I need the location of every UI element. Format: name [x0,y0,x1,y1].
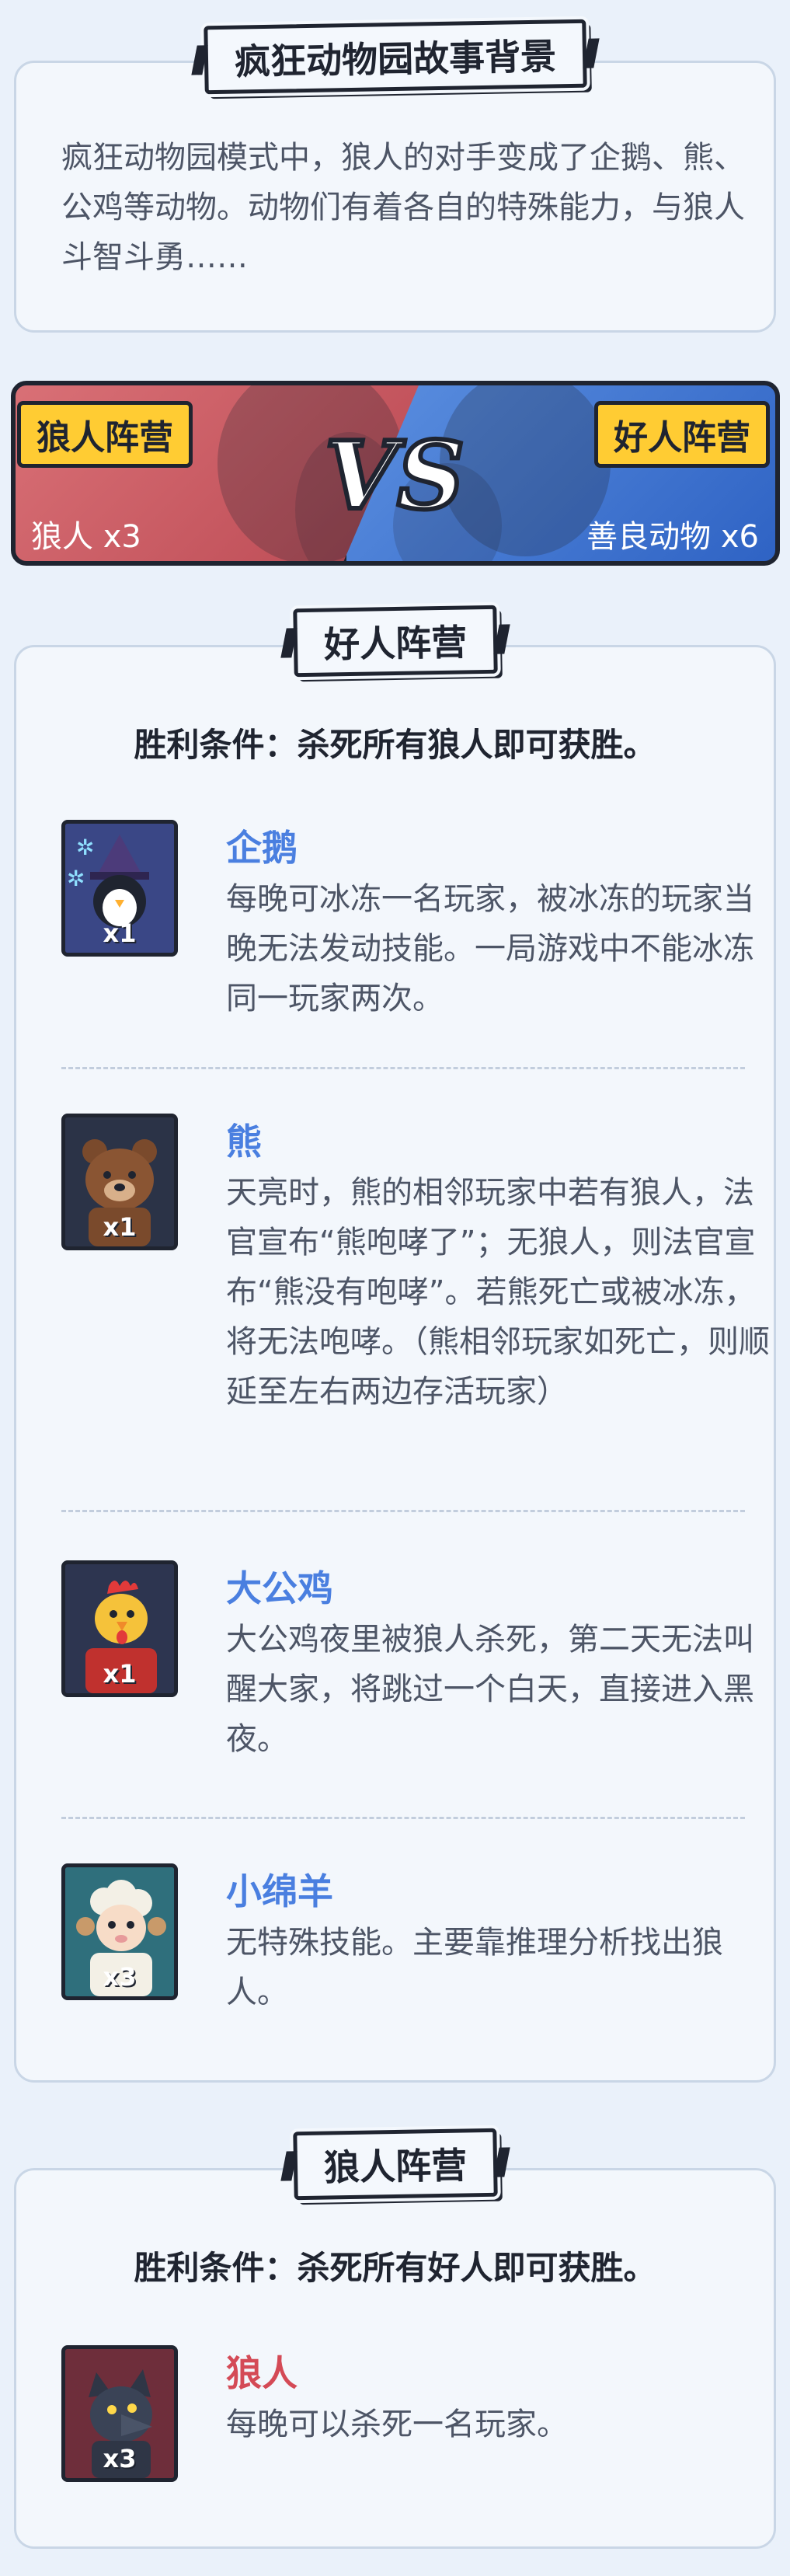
wolf-count: x3 [103,2444,137,2473]
wolf-camp-title-tag: 狼人阵营 [280,2128,510,2201]
good-camp-title-tag: 好人阵营 [280,605,510,678]
good-camp-panel: 好人阵营 胜利条件：杀死所有狼人即可获胜。 ✲ ✲ x1 企鹅 每晚可冰冻一名玩… [14,605,776,2083]
svg-text:✲: ✲ [76,835,94,860]
wolf-desc: 每晚可以杀死一名玩家。 [226,2407,568,2442]
wolf-win-condition: 胜利条件：杀死所有好人即可获胜。 [134,2249,656,2287]
wolf-camp-panel: 狼人阵营 胜利条件：杀死所有好人即可获胜。 x3 狼人 每晚可以杀死一名玩家。 [14,2128,776,2549]
role-rooster: x1 大公鸡 大公鸡夜里被狼人杀死，第二天无法叫醒大家，将跳过一个白天，直接进入… [61,1560,754,1762]
role-penguin: ✲ ✲ x1 企鹅 每晚可冰冻一名玩家，被冰冻的玩家当晚无法发动技能。一局游戏中… [61,820,754,1030]
bear-name: 熊 [226,1121,262,1163]
penguin-desc: 每晚可冰冻一名玩家，被冰冻的玩家当晚无法发动技能。一局游戏中不能冰冻同一玩家两次… [226,881,754,1016]
bear-desc: 天亮时，熊的相邻玩家中若有狼人，法官宣布“熊咆哮了”；无狼人，则法官宣布“熊没有… [226,1175,770,1410]
bear-count: x1 [103,1212,137,1242]
wolf-camp-title: 狼人阵营 [323,2144,468,2189]
rooster-desc: 大公鸡夜里被狼人杀死，第二天无法叫醒大家，将跳过一个白天，直接进入黑夜。 [226,1622,754,1757]
role-divider [61,1067,745,1069]
story-title-tag: 疯狂动物园故事背景 [190,19,600,95]
role-bear: x1 熊 天亮时，熊的相邻玩家中若有狼人，法官宣布“熊咆哮了”；无狼人，则法官宣… [61,1114,770,1440]
vs-emblem: VS [322,419,467,533]
penguin-name: 企鹅 [226,827,298,869]
versus-banner: 狼人阵营 狼人 x3 好人阵营 善良动物 x6 VS [0,373,790,583]
good-win-condition: 胜利条件：杀死所有狼人即可获胜。 [134,726,656,764]
wolf-camp-count: 狼人 x3 [31,519,141,555]
penguin-card: ✲ ✲ x1 [61,820,178,957]
wolf-card: x3 [61,2345,178,2482]
sheep-name: 小绵羊 [226,1870,333,1912]
sheep-card: x3 [61,1863,178,2000]
svg-text:✲: ✲ [67,866,85,891]
good-camp-count: 善良动物 x6 [586,519,759,555]
role-wolf: x3 狼人 每晚可以杀死一名玩家。 [61,2345,745,2493]
rooster-card: x1 [61,1560,178,1697]
story-title: 疯狂动物园故事背景 [234,35,556,83]
good-camp-title: 好人阵营 [323,621,468,666]
penguin-count: x1 [103,919,137,948]
bear-card: x1 [61,1114,178,1250]
story-panel: 疯狂动物园故事背景 疯狂动物园模式中，狼人的对手变成了企鹅、熊、公鸡等动物。动物… [14,19,776,333]
sheep-desc: 无特殊技能。主要靠推理分析找出狼人。 [226,1925,723,2010]
wolf-name: 狼人 [226,2352,298,2394]
wolf-camp-label: 狼人阵营 [17,401,193,468]
role-divider [61,1817,745,1819]
sheep-count: x3 [103,1962,137,1992]
rooster-name: 大公鸡 [226,1567,333,1609]
story-text: 疯狂动物园模式中，狼人的对手变成了企鹅、熊、公鸡等动物。动物们有着各自的特殊能力… [61,140,745,275]
good-camp-label: 好人阵营 [594,401,770,468]
role-sheep: x3 小绵羊 无特殊技能。主要靠推理分析找出狼人。 [61,1863,745,2034]
role-divider [61,1510,745,1512]
rooster-count: x1 [103,1659,137,1689]
